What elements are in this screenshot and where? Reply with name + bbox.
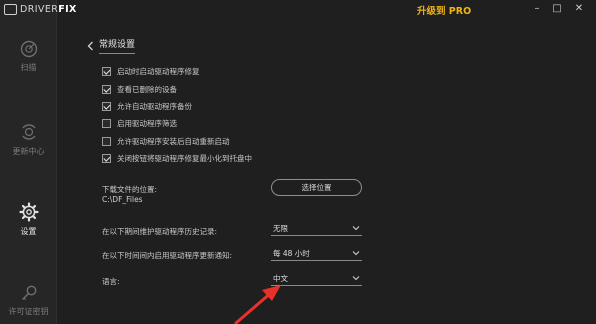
language-select[interactable]: 中文	[271, 272, 362, 286]
chevron-down-icon	[352, 251, 360, 256]
key-icon	[21, 285, 36, 301]
sidebar-item-scan[interactable]: 扫描	[0, 40, 57, 73]
sidebar-label-update-center: 更新中心	[12, 147, 45, 156]
sidebar-label-scan: 扫描	[20, 63, 37, 72]
option-label: 启动时启动驱动程序修复	[117, 67, 200, 76]
option-label: 启用驱动程序筛选	[117, 119, 177, 128]
option-auto-backup[interactable]: 允许自动驱动程序备份	[102, 101, 192, 112]
upgrade-pro-link[interactable]: 升级到 PRO	[417, 3, 471, 17]
download-path-value: C:\DF_Files	[102, 195, 143, 204]
choose-location-button[interactable]: 选择位置	[271, 179, 362, 196]
checkbox-auto-backup[interactable]	[102, 102, 111, 111]
page-header: 常规设置	[85, 37, 136, 54]
chevron-down-icon	[352, 226, 360, 231]
option-start-on-boot[interactable]: 启动时启动驱动程序修复	[102, 66, 200, 77]
sidebar: DRIVERFIX 扫描 更新中心 设置 许可证密钥	[0, 0, 76, 324]
option-auto-restart[interactable]: 允许驱动程序安装后自动重新启动	[102, 136, 230, 147]
checkbox-minimize-to-tray[interactable]	[102, 154, 111, 163]
chevron-down-icon	[352, 276, 360, 281]
notification-interval-select[interactable]: 每 48 小时	[271, 247, 362, 261]
option-label: 关闭按钮将驱动程序修复最小化到托盘中	[117, 154, 252, 163]
scan-icon	[20, 40, 37, 58]
title-bar: 升级到 PRO – □ ✕	[57, 0, 596, 20]
checkbox-driver-filter[interactable]	[102, 119, 111, 128]
sidebar-item-update-center[interactable]: 更新中心	[0, 122, 57, 157]
sidebar-label-license-key: 许可证密钥	[8, 307, 49, 316]
option-show-removed-devices[interactable]: 查看已删除的设备	[102, 84, 177, 95]
language-select-value: 中文	[273, 274, 288, 283]
logo-mark-icon	[4, 4, 17, 15]
checkbox-show-removed-devices[interactable]	[102, 85, 111, 94]
page-title: 常规设置	[99, 37, 136, 54]
notification-interval-value: 每 48 小时	[273, 249, 310, 258]
option-label: 查看已删除的设备	[117, 85, 177, 94]
option-minimize-to-tray[interactable]: 关闭按钮将驱动程序修复最小化到托盘中	[102, 153, 252, 164]
update-icon	[21, 124, 36, 140]
history-select-value: 无限	[273, 224, 288, 233]
sidebar-item-settings[interactable]: 设置	[0, 202, 57, 237]
back-arrow-icon[interactable]	[85, 40, 97, 52]
language-label: 语言:	[102, 277, 120, 286]
notification-interval-label: 在以下时间间内启用驱动程序更新通知:	[102, 251, 233, 260]
gear-icon	[18, 202, 39, 222]
option-label: 允许驱动程序安装后自动重新启动	[117, 137, 230, 146]
option-driver-filter[interactable]: 启用驱动程序筛选	[102, 118, 177, 129]
sidebar-label-settings: 设置	[20, 227, 37, 236]
close-button[interactable]: ✕	[567, 2, 591, 16]
option-label: 允许自动驱动程序备份	[117, 102, 192, 111]
checkbox-start-on-boot[interactable]	[102, 67, 111, 76]
history-label: 在以下期间维护驱动程序历史记录:	[102, 227, 218, 236]
sidebar-item-license-key[interactable]: 许可证密钥	[0, 284, 57, 317]
download-location-label: 下载文件的位置:	[102, 185, 158, 194]
maximize-button[interactable]: □	[545, 2, 569, 16]
history-select[interactable]: 无限	[271, 222, 362, 236]
checkbox-auto-restart[interactable]	[102, 137, 111, 146]
